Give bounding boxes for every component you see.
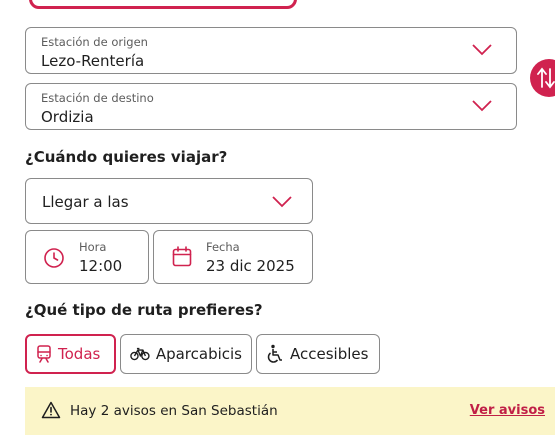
origin-station-select[interactable]: Estación de origen Lezo-Rentería (25, 27, 517, 74)
date-label: Fecha (206, 240, 240, 254)
route-option-all-label: Todas (58, 345, 101, 363)
top-button-fragment[interactable] (29, 0, 297, 9)
chevron-down-icon (472, 100, 492, 112)
origin-label: Estación de origen (41, 35, 148, 49)
swap-arrows-icon (537, 67, 555, 89)
travel-mode-select[interactable]: Llegar a las (25, 178, 313, 224)
time-label: Hora (79, 240, 107, 254)
route-option-accessible[interactable]: Accesibles (256, 334, 380, 374)
chevron-down-icon (472, 44, 492, 56)
route-option-accessible-label: Accesibles (290, 345, 369, 363)
route-option-all[interactable]: Todas (25, 334, 116, 374)
date-field[interactable]: Fecha 23 dic 2025 (153, 230, 313, 284)
route-title: ¿Qué tipo de ruta prefieres? (25, 301, 263, 319)
destination-station-select[interactable]: Estación de destino Ordizia (25, 83, 517, 130)
route-option-bike-parking[interactable]: Aparcabicis (120, 334, 252, 374)
route-option-bike-parking-label: Aparcabicis (155, 345, 242, 363)
notice-text: Hay 2 avisos en San Sebastián (70, 403, 278, 419)
when-title: ¿Cuándo quieres viajar? (25, 148, 228, 166)
wheelchair-icon (267, 344, 282, 363)
bicycle-icon (130, 347, 150, 361)
view-notices-link[interactable]: Ver avisos (470, 403, 545, 418)
warning-icon (41, 401, 61, 419)
time-value: 12:00 (79, 257, 123, 275)
destination-value: Ordizia (41, 108, 94, 126)
origin-value: Lezo-Rentería (41, 52, 145, 70)
travel-mode-value: Llegar a las (42, 193, 129, 211)
train-icon (37, 345, 51, 363)
time-field[interactable]: Hora 12:00 (25, 230, 149, 284)
destination-label: Estación de destino (41, 91, 154, 105)
notice-banner: Hay 2 avisos en San Sebastián Ver avisos (25, 387, 555, 435)
date-value: 23 dic 2025 (206, 257, 295, 275)
chevron-down-icon (272, 196, 292, 208)
swap-stations-button[interactable] (530, 59, 555, 97)
calendar-icon (172, 246, 192, 267)
clock-icon (44, 248, 64, 268)
